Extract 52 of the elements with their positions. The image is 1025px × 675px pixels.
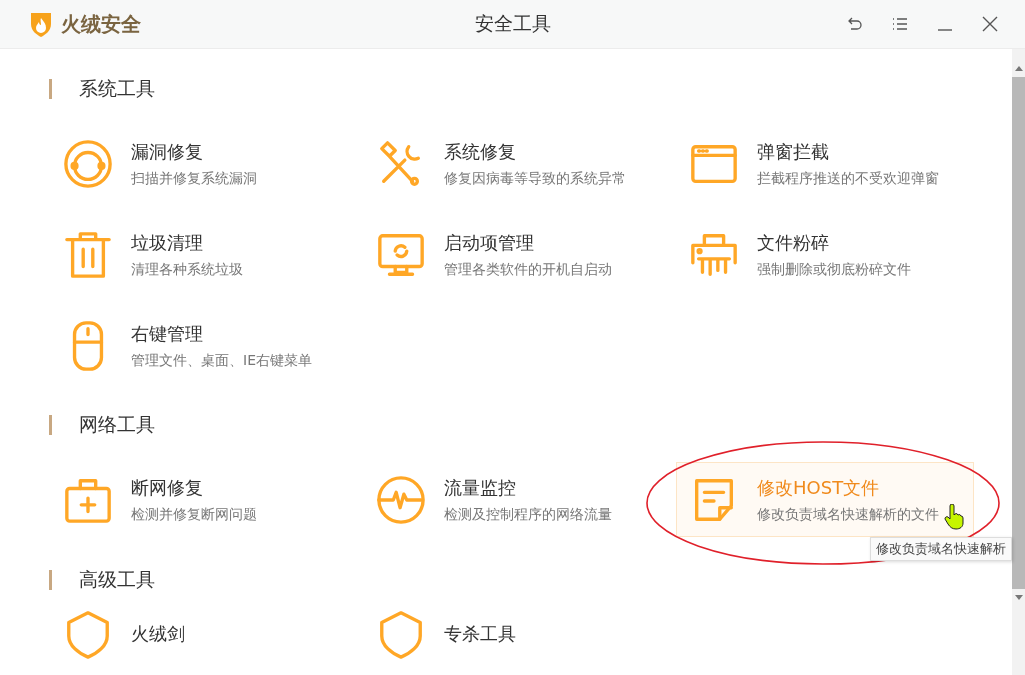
tool-card[interactable]: 流量监控 检测及控制程序的网络流量 <box>363 462 661 537</box>
tool-card[interactable]: 漏洞修复 扫描并修复系统漏洞 <box>50 126 348 201</box>
tool-description: 扫描并修复系统漏洞 <box>131 169 257 188</box>
tool-description: 修复因病毒等导致的系统异常 <box>444 169 626 188</box>
tool-name: 文件粉碎 <box>757 230 830 255</box>
tool-name: 漏洞修复 <box>131 139 204 164</box>
tool-card[interactable]: 右键管理 管理文件、桌面、IE右键菜单 <box>50 308 348 383</box>
back-icon[interactable] <box>847 16 863 32</box>
tool-description: 检测及控制程序的网络流量 <box>444 505 612 524</box>
scroll-thumb[interactable] <box>1012 77 1025 589</box>
hand-cursor-icon <box>944 504 964 530</box>
tool-card[interactable]: 系统修复 修复因病毒等导致的系统异常 <box>363 126 661 201</box>
tool-name: 专杀工具 <box>444 622 516 646</box>
tooltip: 修改负责域名快速解析 <box>870 537 1012 561</box>
tool-card[interactable]: 断网修复 检测并修复断网问题 <box>50 462 348 537</box>
section-heading: 高级工具 <box>79 567 155 592</box>
tool-name: 弹窗拦截 <box>757 139 830 164</box>
tool-name: 断网修复 <box>131 475 204 500</box>
tool-description: 管理文件、桌面、IE右键菜单 <box>131 351 312 370</box>
scrollbar[interactable] <box>1012 49 1025 675</box>
app-logo-text: 火绒安全 <box>61 10 141 38</box>
close-icon[interactable] <box>982 16 998 32</box>
tool-description: 强制删除或彻底粉碎文件 <box>757 260 911 279</box>
tool-name: 流量监控 <box>444 475 517 500</box>
pulse-icon <box>376 474 426 525</box>
tool-description: 检测并修复断网问题 <box>131 505 257 524</box>
tool-card[interactable]: 火绒剑 <box>50 606 348 662</box>
tool-card[interactable]: 弹窗拦截 拦截程序推送的不受欢迎弹窗 <box>676 126 974 201</box>
tool-name: 垃圾清理 <box>131 230 204 255</box>
tool-name: 系统修复 <box>444 139 517 164</box>
flame-shield-logo-icon <box>29 11 53 37</box>
scroll-down-icon[interactable] <box>1014 595 1023 601</box>
headset-icon <box>63 138 113 189</box>
tool-name: 右键管理 <box>131 321 204 346</box>
menu-icon[interactable] <box>892 16 908 32</box>
tool-name: 修改HOST文件 <box>757 475 881 500</box>
tool-card[interactable]: 修改HOST文件 修改负责域名快速解析的文件 <box>676 462 974 537</box>
tool-description: 管理各类软件的开机自启动 <box>444 260 612 279</box>
tool-card[interactable]: 启动项管理 管理各类软件的开机自启动 <box>363 217 661 292</box>
tool-name: 火绒剑 <box>131 622 185 646</box>
tool-description: 拦截程序推送的不受欢迎弹窗 <box>757 169 939 188</box>
scroll-up-icon[interactable] <box>1014 65 1023 71</box>
tool-description: 清理各种系统垃圾 <box>131 260 243 279</box>
tool-card[interactable]: 专杀工具 <box>363 606 661 662</box>
tool-name: 启动项管理 <box>444 230 535 255</box>
trash-icon <box>63 229 113 280</box>
tool-description: 修改负责域名快速解析的文件 <box>757 505 939 524</box>
window-title: 安全工具 <box>474 11 551 36</box>
section-heading: 网络工具 <box>79 412 155 437</box>
tool-card[interactable]: 垃圾清理 清理各种系统垃圾 <box>50 217 348 292</box>
tool-card[interactable]: 文件粉碎 强制删除或彻底粉碎文件 <box>676 217 974 292</box>
section-heading: 系统工具 <box>79 76 155 101</box>
